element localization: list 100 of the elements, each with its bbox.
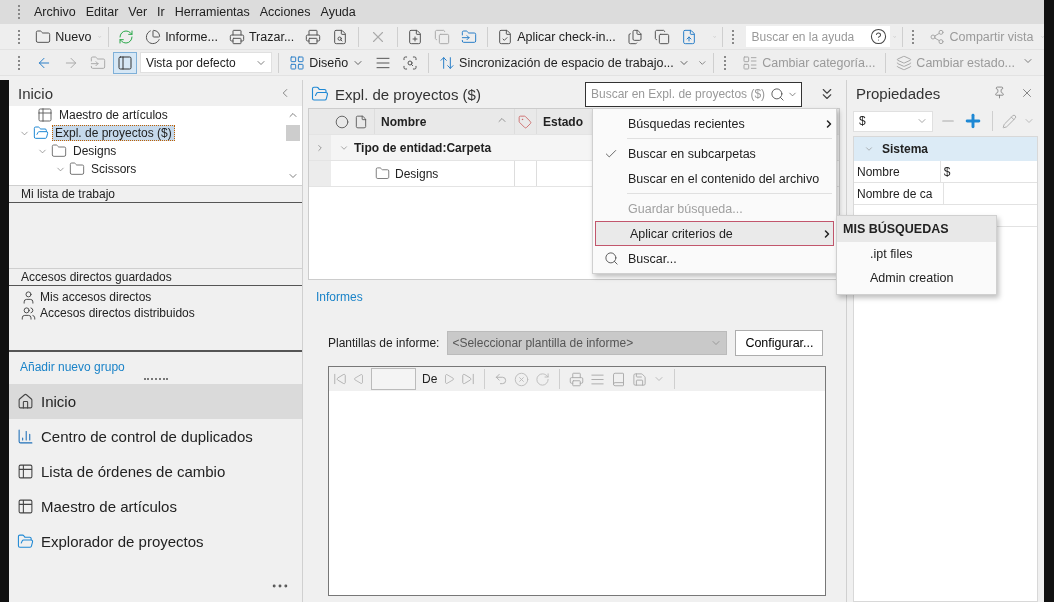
nav-button[interactable]: Inicio <box>9 384 302 419</box>
stop-icon <box>514 371 530 387</box>
tag-icon <box>518 114 532 129</box>
back-icon <box>494 372 509 386</box>
check-in-button[interactable]: Aplicar check-in... <box>493 25 620 48</box>
nav-button[interactable]: Centro de control de duplicados <box>9 419 302 454</box>
column-header[interactable]: Estado <box>543 114 583 129</box>
pane-title: Propiedades <box>856 84 941 102</box>
print-preview-icon <box>332 28 349 45</box>
refresh-icon <box>535 371 551 387</box>
table-icon <box>17 463 34 480</box>
sync-arrows-icon <box>439 54 456 71</box>
folder-document-icon <box>17 533 34 550</box>
add-group-link[interactable]: Añadir nuevo grupo <box>9 352 125 374</box>
state-icon <box>896 54 913 71</box>
users-icon <box>21 305 36 321</box>
nav-button[interactable]: Maestro de artículos <box>9 489 302 524</box>
file-upload-icon <box>680 28 697 45</box>
printer-icon <box>569 371 585 387</box>
panel-icon <box>116 54 133 71</box>
menu-item[interactable]: Buscar en subcarpetas <box>593 141 836 166</box>
file-check-icon <box>497 28 514 45</box>
help-icon <box>869 28 887 45</box>
new-button[interactable]: Nuevo <box>31 25 96 48</box>
folder-icon <box>69 161 85 177</box>
table-icon <box>17 498 34 515</box>
menu-item[interactable]: Buscar en el contenido del archivo <box>593 166 836 191</box>
menu-item[interactable]: Ir <box>152 5 170 19</box>
printer-icon <box>228 28 245 45</box>
table-cell: Designs <box>395 166 439 181</box>
section-title: Mi lista de trabajo <box>21 187 116 201</box>
column-header[interactable]: Nombre <box>381 114 427 129</box>
tree-item[interactable]: Maestro de artículos <box>56 107 171 123</box>
files-icon <box>626 28 643 45</box>
section-title: Accesos directos guardados <box>21 270 172 284</box>
menu-item[interactable]: Archivo <box>29 5 81 19</box>
shortcut-item[interactable]: Mis accesos directos <box>40 290 152 304</box>
refresh-icon <box>118 28 135 45</box>
share-icon <box>929 28 946 45</box>
menu-item[interactable]: Buscar... <box>593 246 836 271</box>
section-title: Informes <box>316 290 363 304</box>
page-number-field[interactable] <box>371 368 416 390</box>
pin-icon[interactable] <box>993 86 1006 99</box>
configure-button[interactable]: Configurar... <box>735 330 824 356</box>
status-icon <box>335 114 349 129</box>
menu-heading: MIS BÚSQUEDAS <box>837 216 996 242</box>
menu-item[interactable]: Editar <box>80 5 124 19</box>
search-icon <box>604 251 619 266</box>
folder-document-icon <box>33 125 49 141</box>
folder-move-icon <box>460 28 477 45</box>
save-icon <box>632 371 648 387</box>
menu-item[interactable]: .ipt files <box>837 242 996 266</box>
menu-item[interactable]: Acciones <box>254 5 316 19</box>
view-select[interactable]: Vista por defecto <box>139 52 273 73</box>
shortcut-item[interactable]: Accesos directos distribuidos <box>40 306 195 320</box>
scrollbar-thumb[interactable] <box>286 125 300 141</box>
pane-toggle-button[interactable] <box>112 51 137 74</box>
plus-icon[interactable] <box>963 111 983 131</box>
search-field[interactable]: Buscar en Expl. de proyectos ($) <box>585 81 802 107</box>
user-icon <box>21 289 36 305</box>
report-button[interactable]: Informe... <box>141 25 222 48</box>
file-icon <box>354 114 368 129</box>
plot-button[interactable]: Trazar... <box>224 25 299 48</box>
pane-title: Expl. de proyectos ($) <box>335 85 482 103</box>
page-layout-icon <box>590 371 606 387</box>
tree-item[interactable]: Designs <box>70 143 120 159</box>
group-row-label[interactable]: Tipo de entidad:Carpeta <box>354 140 492 155</box>
table-icon <box>37 107 53 123</box>
menu-item[interactable]: Búsquedas recientes <box>593 111 836 136</box>
menu-item[interactable]: Admin creation <box>837 266 996 290</box>
nav-button[interactable]: Explorador de proyectos <box>9 524 302 559</box>
folder-document-icon <box>311 85 329 103</box>
property-select[interactable]: $ <box>853 110 933 132</box>
home-icon <box>17 393 34 410</box>
close-icon[interactable] <box>1020 86 1034 100</box>
book-icon <box>611 371 627 387</box>
previous-page-icon <box>353 373 365 385</box>
bar-chart-icon <box>17 428 34 445</box>
menu-item[interactable]: Aplicar criterios de <box>595 221 834 246</box>
field-label: Plantillas de informe: <box>328 336 440 350</box>
layout-button[interactable]: Diseño <box>285 51 369 74</box>
nav-button[interactable]: Lista de órdenes de cambio <box>9 454 302 489</box>
tree-item[interactable]: Scissors <box>88 161 140 177</box>
sync-button[interactable]: Sincronización de espacio de trabajo... <box>435 51 694 74</box>
search-icon <box>402 54 419 71</box>
page-of-label: De <box>422 372 438 386</box>
menu-item[interactable]: Ver <box>123 5 153 19</box>
next-page-icon <box>443 373 456 385</box>
search-icon <box>770 86 785 102</box>
grid-icon <box>289 54 306 71</box>
menu-item[interactable]: Ayuda <box>315 5 361 19</box>
folder-icon <box>35 28 52 45</box>
menu-item[interactable]: Herramientas <box>169 5 255 19</box>
property-name: Nombre de ca <box>854 183 944 204</box>
pane-title: Inicio <box>18 84 54 102</box>
folder-up-icon <box>89 54 106 71</box>
tree-item[interactable]: Expl. de proyectos ($) <box>52 125 175 141</box>
pencil-icon[interactable] <box>1002 113 1017 129</box>
printer-icon <box>305 28 322 45</box>
help-search-field[interactable]: Buscar en la ayuda <box>745 26 890 47</box>
